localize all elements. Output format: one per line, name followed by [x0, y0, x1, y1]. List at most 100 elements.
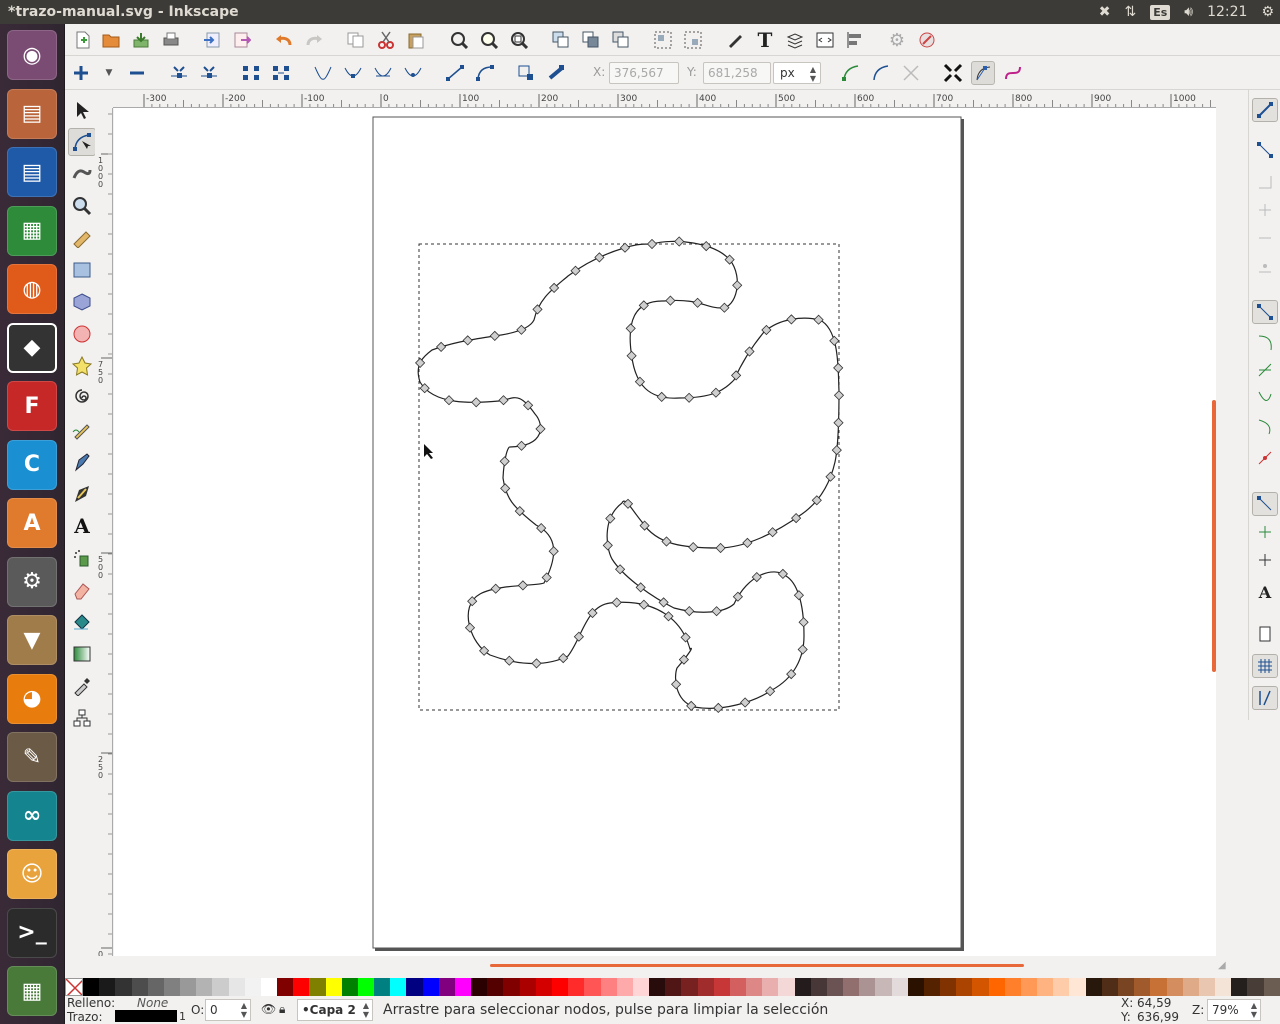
- color-swatch[interactable]: [1020, 978, 1038, 996]
- snap-others-icon[interactable]: [1252, 492, 1278, 516]
- tools-icon[interactable]: ✖: [1099, 4, 1111, 20]
- color-swatch[interactable]: [228, 978, 245, 996]
- color-swatch[interactable]: [1053, 978, 1070, 996]
- color-swatch[interactable]: [1247, 978, 1264, 996]
- color-swatch[interactable]: [697, 978, 714, 996]
- fill-value[interactable]: None: [137, 996, 168, 1010]
- color-swatch[interactable]: [1134, 978, 1151, 996]
- color-swatch[interactable]: [325, 978, 342, 996]
- layers-icon[interactable]: [783, 28, 807, 52]
- color-swatch[interactable]: [794, 978, 811, 996]
- snap-grids-icon[interactable]: [1252, 654, 1278, 678]
- fritzing-icon[interactable]: F: [7, 381, 57, 431]
- color-swatch[interactable]: [487, 978, 504, 996]
- firefox-icon[interactable]: ◍: [7, 264, 57, 314]
- spiral-tool-icon[interactable]: [68, 384, 96, 412]
- snap-guides-icon[interactable]: [1252, 686, 1278, 710]
- snap-cusp-nodes-icon[interactable]: [1252, 386, 1278, 410]
- object-to-path-icon[interactable]: [515, 61, 539, 85]
- writer-icon[interactable]: ▤: [7, 147, 57, 197]
- color-swatch[interactable]: [600, 978, 617, 996]
- 3d-box-tool-icon[interactable]: [68, 288, 96, 316]
- color-swatch[interactable]: [632, 978, 650, 996]
- calc-icon[interactable]: ▦: [7, 205, 57, 256]
- xml-editor-icon[interactable]: [813, 28, 837, 52]
- unlink-clone-icon[interactable]: [609, 28, 633, 52]
- group-icon[interactable]: [651, 28, 675, 52]
- vertical-scrollbar[interactable]: [1212, 400, 1216, 672]
- show-bezier-handles-icon[interactable]: [971, 61, 995, 85]
- new-document-icon[interactable]: [71, 28, 95, 52]
- volume-icon[interactable]: 🔊︎: [1184, 4, 1193, 20]
- color-swatch[interactable]: [1231, 978, 1248, 996]
- color-swatch[interactable]: [1166, 978, 1183, 996]
- system-settings-icon[interactable]: ⚙: [7, 556, 57, 607]
- next-path-effect-param-icon[interactable]: [839, 61, 863, 85]
- no-paint-swatch[interactable]: [65, 978, 83, 996]
- import-icon[interactable]: [200, 28, 224, 52]
- smooth-node-icon[interactable]: [341, 61, 365, 85]
- color-swatch[interactable]: [843, 978, 860, 996]
- snap-intersections-icon[interactable]: [1252, 358, 1278, 382]
- save-document-icon[interactable]: [129, 28, 153, 52]
- color-swatch[interactable]: [471, 978, 488, 996]
- edit-clipping-path-icon[interactable]: [869, 61, 893, 85]
- color-swatch[interactable]: [147, 978, 164, 996]
- color-swatch[interactable]: [163, 978, 181, 996]
- layer-select[interactable]: •Capa 2 ▲ ▼: [297, 999, 373, 1021]
- x-coordinate-field[interactable]: 376,567: [609, 62, 679, 84]
- ubuntu-dash-icon[interactable]: ◉: [7, 30, 57, 80]
- color-swatch[interactable]: [115, 978, 132, 996]
- break-path-icon[interactable]: [197, 61, 221, 85]
- color-swatch[interactable]: [83, 978, 100, 996]
- gradient-tool-icon[interactable]: [68, 640, 96, 668]
- color-swatch[interactable]: [131, 978, 148, 996]
- show-path-outline-icon[interactable]: [1001, 61, 1025, 85]
- segment-to-line-icon[interactable]: [443, 61, 467, 85]
- unit-select[interactable]: px ▲ ▼: [773, 62, 821, 84]
- settings-gear-icon[interactable]: ⚙: [1261, 4, 1274, 20]
- color-swatch[interactable]: [907, 978, 924, 996]
- color-swatch[interactable]: [454, 978, 472, 996]
- opacity-field[interactable]: 0 ▲ ▼: [205, 999, 251, 1021]
- text-tool-icon[interactable]: A: [68, 512, 96, 540]
- color-swatch[interactable]: [681, 978, 698, 996]
- color-swatch[interactable]: [568, 978, 585, 996]
- color-swatch[interactable]: [519, 978, 536, 996]
- color-swatch[interactable]: [196, 978, 213, 996]
- drawing-canvas[interactable]: [114, 108, 1216, 956]
- insert-node-dropdown-icon[interactable]: ▼: [97, 61, 121, 85]
- color-swatch[interactable]: [665, 978, 682, 996]
- workspace-icon[interactable]: ▦: [7, 966, 57, 1016]
- snap-midpoints-icon[interactable]: [1252, 446, 1278, 470]
- horizontal-ruler[interactable]: -300 -200 -100 0 100 200 300 400 500 600 700 800 900…: [113, 90, 1216, 108]
- zoom-drawing-icon[interactable]: [477, 28, 501, 52]
- selector-tool-icon[interactable]: [68, 96, 96, 124]
- eraser-tool-icon[interactable]: [68, 576, 96, 604]
- clock[interactable]: 12:21: [1207, 4, 1247, 20]
- paint-bucket-tool-icon[interactable]: [68, 608, 96, 636]
- keyboard-layout-indicator[interactable]: Es: [1150, 4, 1171, 20]
- toggle-visibility-icon[interactable]: 👁︎: [261, 1002, 276, 1016]
- snap-bbox-center-icon[interactable]: [1252, 254, 1278, 278]
- fill-stroke-icon[interactable]: [723, 28, 747, 52]
- vertical-ruler[interactable]: 10007505002500: [95, 108, 113, 956]
- snap-smooth-nodes-icon[interactable]: [1252, 414, 1278, 438]
- color-swatch[interactable]: [1263, 978, 1280, 996]
- join-nodes-icon[interactable]: [167, 61, 191, 85]
- inkscape-icon[interactable]: ◆: [7, 322, 57, 373]
- color-swatch[interactable]: [940, 978, 957, 996]
- rectangle-tool-icon[interactable]: [68, 256, 96, 284]
- color-swatch[interactable]: [293, 978, 310, 996]
- y-coordinate-field[interactable]: 681,258: [703, 62, 771, 84]
- network-icon[interactable]: ⇅: [1124, 4, 1136, 20]
- duplicate-icon[interactable]: [549, 28, 573, 52]
- color-swatch[interactable]: [762, 978, 779, 996]
- color-swatch[interactable]: [778, 978, 795, 996]
- show-transform-handles-icon[interactable]: [941, 61, 965, 85]
- gimp-icon[interactable]: ✎: [7, 732, 57, 782]
- star-tool-icon[interactable]: [68, 352, 96, 380]
- color-swatch[interactable]: [713, 978, 730, 996]
- color-swatch[interactable]: [180, 978, 197, 996]
- snap-bbox-corner-icon[interactable]: [1252, 198, 1278, 222]
